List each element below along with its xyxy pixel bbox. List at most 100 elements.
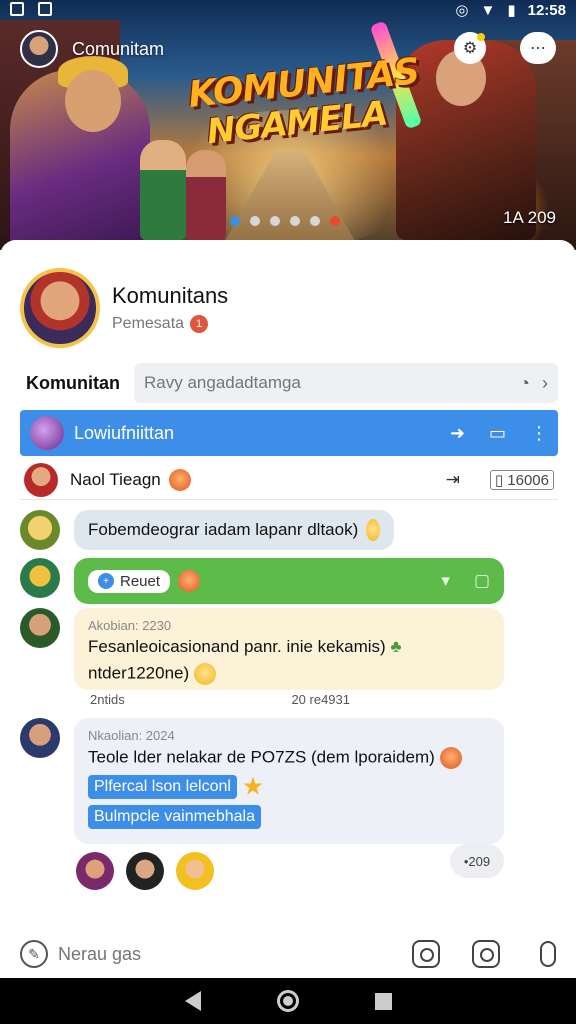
list-item-selected[interactable]: Lowiufniittan ➜ ▭ ⋮ bbox=[20, 410, 558, 456]
list-item-label: Lowiufniittan bbox=[74, 422, 175, 443]
avatar[interactable] bbox=[20, 510, 60, 550]
system-nav-bar bbox=[0, 978, 576, 1024]
tabs-row: Komunitan ◔ › bbox=[20, 362, 558, 411]
banner-character-kid bbox=[186, 150, 226, 240]
device-icon[interactable]: ▭ bbox=[489, 423, 506, 444]
profile-subtitle: Pemesata 1 bbox=[112, 315, 228, 333]
carousel-dot[interactable] bbox=[230, 216, 240, 226]
video-icon[interactable] bbox=[472, 940, 500, 968]
avatar[interactable] bbox=[20, 718, 60, 758]
avatar[interactable] bbox=[20, 30, 58, 68]
message[interactable]: Akobian: 2230 Fesanleoicasionand panr. i… bbox=[20, 608, 504, 690]
item-count: ▯ 16006 bbox=[489, 469, 554, 490]
tag-link[interactable]: Plfercal lson lelconl bbox=[88, 775, 237, 799]
message[interactable]: + Reuet ▾ ▢ bbox=[20, 558, 504, 604]
message-line: Fesanleoicasionand panr. inie kekamis) bbox=[88, 637, 386, 656]
reply-pill[interactable]: + Reuet bbox=[88, 569, 171, 593]
message-bubble: Akobian: 2230 Fesanleoicasionand panr. i… bbox=[74, 608, 504, 690]
tab-komunitan[interactable]: Komunitan bbox=[20, 362, 128, 411]
carousel-dot[interactable] bbox=[310, 216, 320, 226]
notification-icon bbox=[38, 2, 52, 16]
wifi-icon: ▼ bbox=[480, 1, 496, 19]
reactions[interactable] bbox=[76, 852, 214, 890]
avatar bbox=[24, 462, 58, 497]
search-box[interactable]: ◔ › bbox=[134, 363, 558, 403]
search-input[interactable] bbox=[144, 373, 508, 393]
avatar bbox=[30, 416, 64, 450]
more-icon[interactable]: ⋮ bbox=[530, 423, 548, 444]
message-bubble: Nkaolian: 2024 Teole lder nelakar de PO7… bbox=[74, 718, 504, 844]
banner-character-kid bbox=[140, 140, 186, 240]
message-meta: Nkaolian: 2024 bbox=[88, 728, 175, 743]
message-meta-row: 2ntids 20 re4931 bbox=[90, 692, 350, 707]
message-text: Teole lder nelakar de PO7ZS (dem lporaid… bbox=[88, 747, 490, 769]
camera-icon[interactable] bbox=[412, 940, 440, 968]
reaction-avatar[interactable] bbox=[76, 852, 114, 890]
timer-icon[interactable]: ◔ bbox=[519, 373, 530, 394]
notification-button[interactable]: ⚙ bbox=[454, 32, 486, 64]
carousel-dot[interactable] bbox=[270, 216, 280, 226]
back-icon[interactable] bbox=[184, 991, 201, 1011]
smile-emoji-icon bbox=[366, 519, 380, 541]
home-icon[interactable] bbox=[276, 990, 299, 1012]
message-bubble: + Reuet ▾ ▢ bbox=[74, 558, 504, 604]
chevron-right-icon[interactable]: › bbox=[542, 373, 548, 394]
mic-icon[interactable] bbox=[540, 941, 556, 967]
more-icon: ⋯ bbox=[530, 40, 546, 57]
message[interactable]: Nkaolian: 2024 Teole lder nelakar de PO7… bbox=[20, 718, 504, 844]
forward-icon[interactable]: ⇥ bbox=[446, 470, 460, 490]
banner-character-left bbox=[10, 56, 150, 250]
message-text: ntder1220ne) bbox=[88, 663, 490, 685]
share-icon[interactable]: ➜ bbox=[450, 423, 465, 444]
message-text: Fesanleoicasionand panr. inie kekamis) ♣ bbox=[88, 637, 490, 657]
banner-count: 1A 209 bbox=[503, 208, 556, 227]
avatar[interactable] bbox=[20, 268, 100, 348]
message-text: Fobemdeograr iadam lapanr dltaok) bbox=[88, 520, 359, 539]
emoji-icon bbox=[168, 468, 191, 491]
profile-header[interactable]: Komunitans Pemesata 1 bbox=[20, 268, 228, 348]
list-item[interactable]: Naol Tieagn ⇥ ▯ 16006 bbox=[20, 460, 558, 500]
avatar[interactable] bbox=[20, 608, 60, 648]
message-input[interactable] bbox=[58, 943, 380, 965]
leaf-icon: ♣ bbox=[390, 637, 402, 656]
tag-link[interactable]: Bulmpcle vainmebhala bbox=[88, 805, 261, 829]
message-meta: Akobian: 2230 bbox=[88, 618, 172, 633]
composer: ✎ bbox=[0, 930, 576, 978]
notification-icon bbox=[10, 2, 24, 16]
profile-subtitle-text: Pemesata bbox=[112, 315, 185, 332]
carousel-dots[interactable] bbox=[230, 216, 340, 226]
message-bubble: Fobemdeograr iadam lapanr dltaok) bbox=[74, 510, 394, 550]
reaction-avatar[interactable] bbox=[176, 852, 214, 890]
message-line: Teole lder nelakar de PO7ZS (dem lporaid… bbox=[88, 747, 435, 767]
status-bar: ◎ ▼ ▮ 12:58 bbox=[0, 0, 576, 20]
profile-name: Komunitans bbox=[112, 283, 229, 308]
message[interactable]: Fobemdeograr iadam lapanr dltaok) bbox=[20, 510, 394, 550]
smile-emoji-icon bbox=[193, 663, 216, 685]
status-time: 12:58 bbox=[527, 1, 566, 19]
item-count-value: 16006 bbox=[507, 471, 549, 489]
share-icon[interactable]: ▢ bbox=[474, 571, 490, 591]
emoji-icon bbox=[178, 570, 201, 592]
reaction-count[interactable]: •209 bbox=[450, 844, 504, 878]
battery-icon: ▮ bbox=[507, 2, 516, 19]
emoji-icon bbox=[439, 747, 462, 769]
star-icon bbox=[243, 776, 263, 795]
avatar[interactable] bbox=[20, 558, 60, 598]
more-button[interactable]: ⋯ bbox=[520, 32, 556, 64]
trash-icon[interactable]: ▾ bbox=[441, 571, 450, 591]
list-item-name: Naol Tieagn bbox=[70, 469, 161, 489]
carousel-dot[interactable] bbox=[330, 216, 340, 226]
settings-icon: ⚙ bbox=[462, 40, 478, 57]
community-header[interactable]: Comunitam bbox=[20, 30, 164, 68]
message-line: ntder1220ne) bbox=[88, 663, 190, 683]
meta-left: 2ntids bbox=[90, 692, 125, 707]
list-item-label: Naol Tieagn bbox=[70, 468, 420, 491]
meta-right: 20 re4931 bbox=[291, 692, 350, 707]
carousel-dot[interactable] bbox=[250, 216, 260, 226]
carousel-dot[interactable] bbox=[290, 216, 300, 226]
pen-icon[interactable]: ✎ bbox=[20, 940, 48, 968]
reply-pill-label: Reuet bbox=[120, 572, 161, 590]
recent-apps-icon[interactable] bbox=[374, 992, 392, 1010]
community-sheet: Komunitans Pemesata 1 Komunitan ◔ › Lowi… bbox=[0, 240, 576, 980]
reaction-avatar[interactable] bbox=[126, 852, 164, 890]
